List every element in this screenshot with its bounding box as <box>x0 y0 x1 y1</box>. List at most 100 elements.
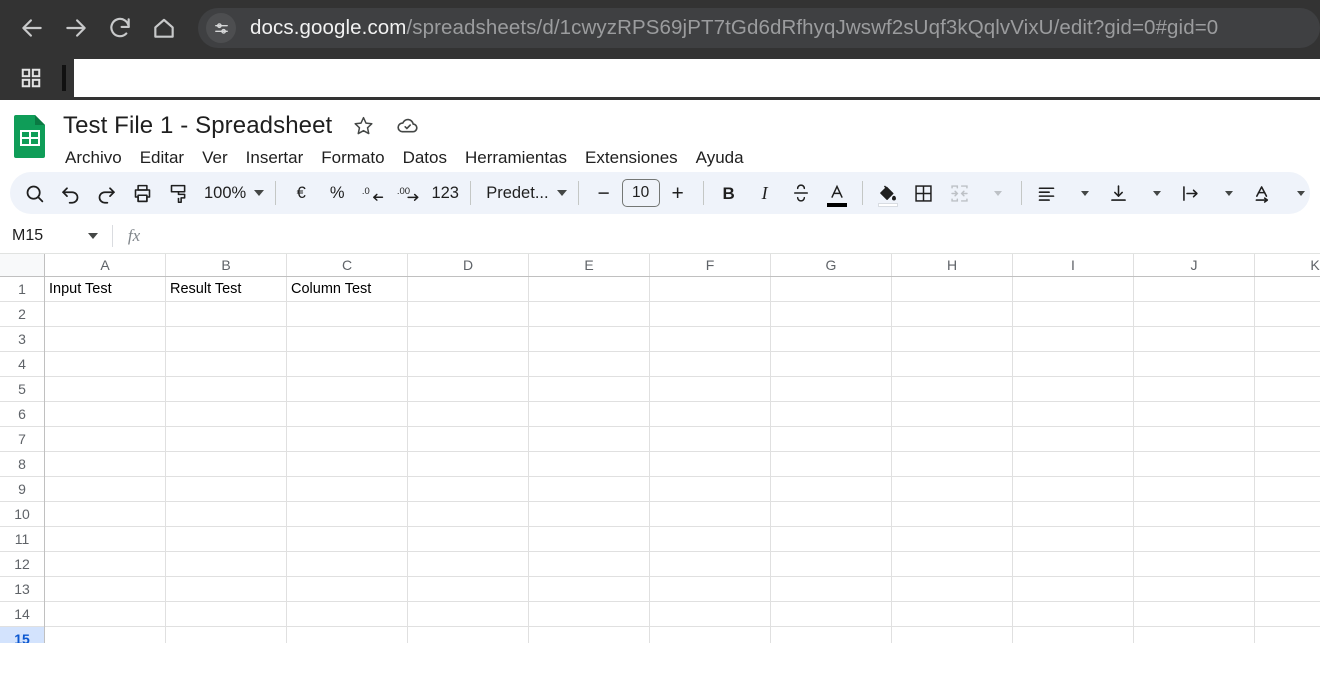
cell-F15[interactable] <box>650 627 771 643</box>
row-header-5[interactable]: 5 <box>0 377 44 402</box>
font-family-selector[interactable]: Predet... <box>478 175 570 211</box>
merge-options-dropdown[interactable] <box>978 175 1014 211</box>
cell-A5[interactable] <box>45 377 166 402</box>
decrease-font-size-button[interactable]: − <box>586 175 622 211</box>
row-header-7[interactable]: 7 <box>0 427 44 452</box>
cell-F8[interactable] <box>650 452 771 477</box>
increase-decimal-button[interactable]: .00 <box>391 175 427 211</box>
cell-C14[interactable] <box>287 602 408 627</box>
cell-A7[interactable] <box>45 427 166 452</box>
row-header-3[interactable]: 3 <box>0 327 44 352</box>
cell-G9[interactable] <box>771 477 892 502</box>
cell-K15[interactable] <box>1255 627 1320 643</box>
cloud-saved-icon[interactable] <box>394 113 420 139</box>
cell-A8[interactable] <box>45 452 166 477</box>
home-icon[interactable] <box>142 6 186 50</box>
cell-J10[interactable] <box>1134 502 1255 527</box>
cell-F10[interactable] <box>650 502 771 527</box>
cell-H13[interactable] <box>892 577 1013 602</box>
cell-J3[interactable] <box>1134 327 1255 352</box>
cell-B5[interactable] <box>166 377 287 402</box>
cell-G8[interactable] <box>771 452 892 477</box>
cell-H7[interactable] <box>892 427 1013 452</box>
cell-F4[interactable] <box>650 352 771 377</box>
cell-F14[interactable] <box>650 602 771 627</box>
column-header-A[interactable]: A <box>45 254 166 276</box>
cell-B14[interactable] <box>166 602 287 627</box>
cell-I13[interactable] <box>1013 577 1134 602</box>
cell-I11[interactable] <box>1013 527 1134 552</box>
cell-D9[interactable] <box>408 477 529 502</box>
menu-datos[interactable]: Datos <box>394 145 456 171</box>
text-color-button[interactable] <box>819 175 855 211</box>
cell-F13[interactable] <box>650 577 771 602</box>
cell-I2[interactable] <box>1013 302 1134 327</box>
cell-C2[interactable] <box>287 302 408 327</box>
cell-K7[interactable] <box>1255 427 1320 452</box>
cell-C8[interactable] <box>287 452 408 477</box>
paint-format-icon[interactable] <box>160 175 196 211</box>
row-header-14[interactable]: 14 <box>0 602 44 627</box>
cell-B13[interactable] <box>166 577 287 602</box>
currency-format-button[interactable]: € <box>283 175 319 211</box>
star-icon[interactable] <box>350 113 376 139</box>
cell-K9[interactable] <box>1255 477 1320 502</box>
cell-E15[interactable] <box>529 627 650 643</box>
row-header-2[interactable]: 2 <box>0 302 44 327</box>
cell-G4[interactable] <box>771 352 892 377</box>
cell-A6[interactable] <box>45 402 166 427</box>
row-header-6[interactable]: 6 <box>0 402 44 427</box>
cell-A10[interactable] <box>45 502 166 527</box>
cell-B2[interactable] <box>166 302 287 327</box>
cell-A11[interactable] <box>45 527 166 552</box>
address-bar[interactable]: docs.google.com/spreadsheets/d/1cwyzRPS6… <box>198 8 1320 48</box>
vertical-align-button[interactable] <box>1101 175 1137 211</box>
column-header-B[interactable]: B <box>166 254 287 276</box>
column-header-F[interactable]: F <box>650 254 771 276</box>
cell-B10[interactable] <box>166 502 287 527</box>
cell-D1[interactable] <box>408 277 529 302</box>
menu-formato[interactable]: Formato <box>312 145 393 171</box>
cell-E1[interactable] <box>529 277 650 302</box>
column-header-D[interactable]: D <box>408 254 529 276</box>
cell-H8[interactable] <box>892 452 1013 477</box>
cell-A2[interactable] <box>45 302 166 327</box>
cell-E2[interactable] <box>529 302 650 327</box>
cell-B3[interactable] <box>166 327 287 352</box>
row-header-13[interactable]: 13 <box>0 577 44 602</box>
cell-C10[interactable] <box>287 502 408 527</box>
percent-format-button[interactable]: % <box>319 175 355 211</box>
cell-D8[interactable] <box>408 452 529 477</box>
cell-D5[interactable] <box>408 377 529 402</box>
cell-C7[interactable] <box>287 427 408 452</box>
menu-insertar[interactable]: Insertar <box>237 145 313 171</box>
row-header-9[interactable]: 9 <box>0 477 44 502</box>
cell-I5[interactable] <box>1013 377 1134 402</box>
cell-D12[interactable] <box>408 552 529 577</box>
row-header-8[interactable]: 8 <box>0 452 44 477</box>
cell-J9[interactable] <box>1134 477 1255 502</box>
cell-F3[interactable] <box>650 327 771 352</box>
cell-A4[interactable] <box>45 352 166 377</box>
cell-I9[interactable] <box>1013 477 1134 502</box>
cell-E8[interactable] <box>529 452 650 477</box>
horizontal-align-button[interactable] <box>1029 175 1065 211</box>
cell-G12[interactable] <box>771 552 892 577</box>
cell-I15[interactable] <box>1013 627 1134 643</box>
cell-I8[interactable] <box>1013 452 1134 477</box>
cell-K13[interactable] <box>1255 577 1320 602</box>
number-format-button[interactable]: 123 <box>427 175 463 211</box>
cell-G11[interactable] <box>771 527 892 552</box>
document-title[interactable]: Test File 1 - Spreadsheet <box>63 112 332 140</box>
cell-B12[interactable] <box>166 552 287 577</box>
cell-F1[interactable] <box>650 277 771 302</box>
cell-J8[interactable] <box>1134 452 1255 477</box>
cell-E9[interactable] <box>529 477 650 502</box>
column-header-G[interactable]: G <box>771 254 892 276</box>
cell-J6[interactable] <box>1134 402 1255 427</box>
cell-H2[interactable] <box>892 302 1013 327</box>
cell-F11[interactable] <box>650 527 771 552</box>
cell-J15[interactable] <box>1134 627 1255 643</box>
cell-E12[interactable] <box>529 552 650 577</box>
cell-B8[interactable] <box>166 452 287 477</box>
